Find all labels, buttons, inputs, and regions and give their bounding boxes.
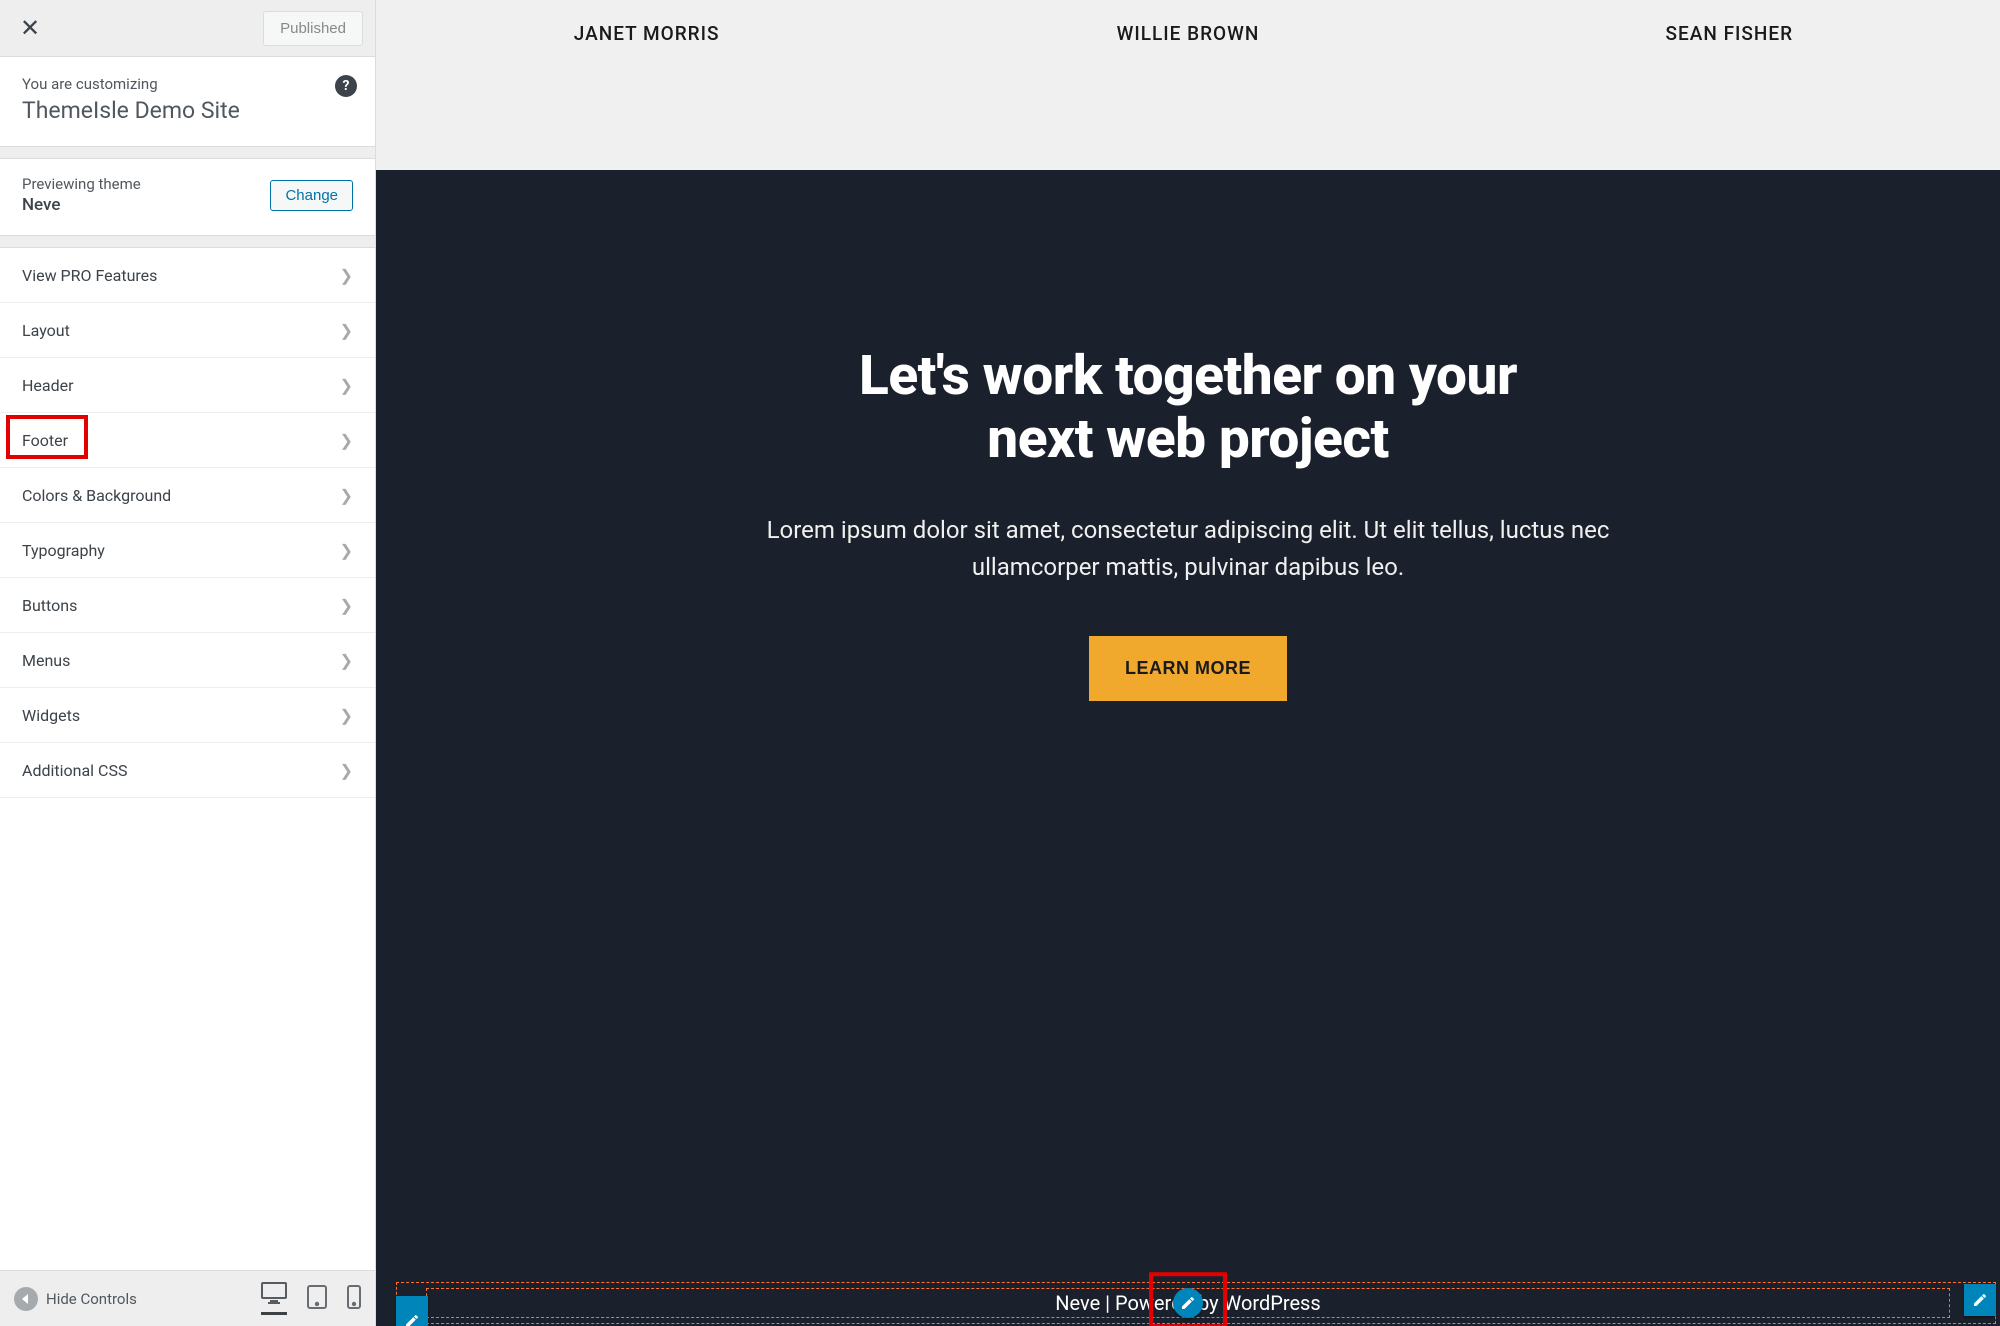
menu-item-menus[interactable]: Menus ❯ bbox=[0, 633, 375, 688]
close-icon[interactable]: ✕ bbox=[12, 10, 48, 46]
chevron-right-icon: ❯ bbox=[340, 321, 353, 340]
mobile-icon[interactable] bbox=[347, 1285, 361, 1313]
menu-item-label: Menus bbox=[22, 651, 70, 670]
authors-row: JANET MORRIS WILLIE BROWN SEAN FISHER bbox=[376, 0, 2000, 170]
menu-item-label: Colors & Background bbox=[22, 486, 171, 505]
menu-item-widgets[interactable]: Widgets ❯ bbox=[0, 688, 375, 743]
chevron-right-icon: ❯ bbox=[340, 761, 353, 780]
sidebar-footer: Hide Controls bbox=[0, 1270, 375, 1326]
chevron-right-icon: ❯ bbox=[340, 541, 353, 560]
learn-more-button[interactable]: LEARN MORE bbox=[1089, 636, 1287, 701]
footer-row[interactable]: Neve | Powered by WordPress bbox=[376, 1280, 2000, 1326]
edit-pencil-icon[interactable] bbox=[396, 1296, 428, 1326]
published-button[interactable]: Published bbox=[263, 11, 363, 46]
help-icon[interactable]: ? bbox=[335, 75, 357, 97]
menu-item-css[interactable]: Additional CSS ❯ bbox=[0, 743, 375, 798]
menu-item-label: View PRO Features bbox=[22, 266, 157, 285]
chevron-right-icon: ❯ bbox=[340, 376, 353, 395]
menu-item-label: Additional CSS bbox=[22, 761, 127, 780]
hero-title: Let's work together on your next web pro… bbox=[859, 345, 1517, 472]
menu-item-typography[interactable]: Typography ❯ bbox=[0, 523, 375, 578]
chevron-right-icon: ❯ bbox=[340, 486, 353, 505]
device-switcher bbox=[261, 1282, 361, 1315]
preview-pane: JANET MORRIS WILLIE BROWN SEAN FISHER Le… bbox=[376, 0, 2000, 1326]
theme-row: Previewing theme Neve Change bbox=[0, 159, 375, 236]
hide-controls-label: Hide Controls bbox=[46, 1290, 137, 1308]
menu-item-pro[interactable]: View PRO Features ❯ bbox=[0, 248, 375, 303]
menu-item-label: Buttons bbox=[22, 596, 77, 615]
separator bbox=[0, 236, 375, 248]
chevron-right-icon: ❯ bbox=[340, 596, 353, 615]
menu-item-label: Typography bbox=[22, 541, 105, 560]
customizer-menu: View PRO Features ❯ Layout ❯ Header ❯ Fo… bbox=[0, 248, 375, 1270]
sidebar-heading: You are customizing ThemeIsle Demo Site … bbox=[0, 57, 375, 147]
desktop-icon[interactable] bbox=[261, 1282, 287, 1315]
chevron-right-icon: ❯ bbox=[340, 706, 353, 725]
footer-area: Neve | Powered by WordPress bbox=[376, 1280, 2000, 1326]
menu-item-label: Footer bbox=[22, 431, 68, 450]
sidebar-topbar: ✕ Published bbox=[0, 0, 375, 57]
menu-item-buttons[interactable]: Buttons ❯ bbox=[0, 578, 375, 633]
hero-subtitle: Lorem ipsum dolor sit amet, consectetur … bbox=[708, 512, 1668, 586]
author-name: JANET MORRIS bbox=[376, 22, 917, 45]
customizing-label: You are customizing bbox=[22, 75, 353, 93]
edit-pencil-icon[interactable] bbox=[1173, 1288, 1203, 1318]
hero-section: Let's work together on your next web pro… bbox=[376, 170, 2000, 1326]
triangle-left-icon bbox=[14, 1287, 38, 1311]
customizer-sidebar: ✕ Published You are customizing ThemeIsl… bbox=[0, 0, 376, 1326]
menu-item-label: Header bbox=[22, 376, 74, 395]
menu-item-colors[interactable]: Colors & Background ❯ bbox=[0, 468, 375, 523]
theme-name: Neve bbox=[22, 195, 141, 215]
chevron-right-icon: ❯ bbox=[340, 651, 353, 670]
tablet-icon[interactable] bbox=[307, 1285, 327, 1313]
edit-pencil-icon[interactable] bbox=[1964, 1284, 1996, 1316]
menu-item-layout[interactable]: Layout ❯ bbox=[0, 303, 375, 358]
site-title: ThemeIsle Demo Site bbox=[22, 97, 353, 124]
chevron-right-icon: ❯ bbox=[340, 266, 353, 285]
chevron-right-icon: ❯ bbox=[340, 431, 353, 450]
change-theme-button[interactable]: Change bbox=[270, 180, 353, 211]
menu-item-label: Layout bbox=[22, 321, 70, 340]
menu-item-label: Widgets bbox=[22, 706, 80, 725]
separator bbox=[0, 147, 375, 159]
author-name: WILLIE BROWN bbox=[917, 22, 1458, 45]
author-name: SEAN FISHER bbox=[1459, 22, 2000, 45]
hide-controls-button[interactable]: Hide Controls bbox=[14, 1287, 137, 1311]
previewing-label: Previewing theme bbox=[22, 175, 141, 193]
menu-item-footer[interactable]: Footer ❯ bbox=[0, 413, 375, 468]
menu-item-header[interactable]: Header ❯ bbox=[0, 358, 375, 413]
